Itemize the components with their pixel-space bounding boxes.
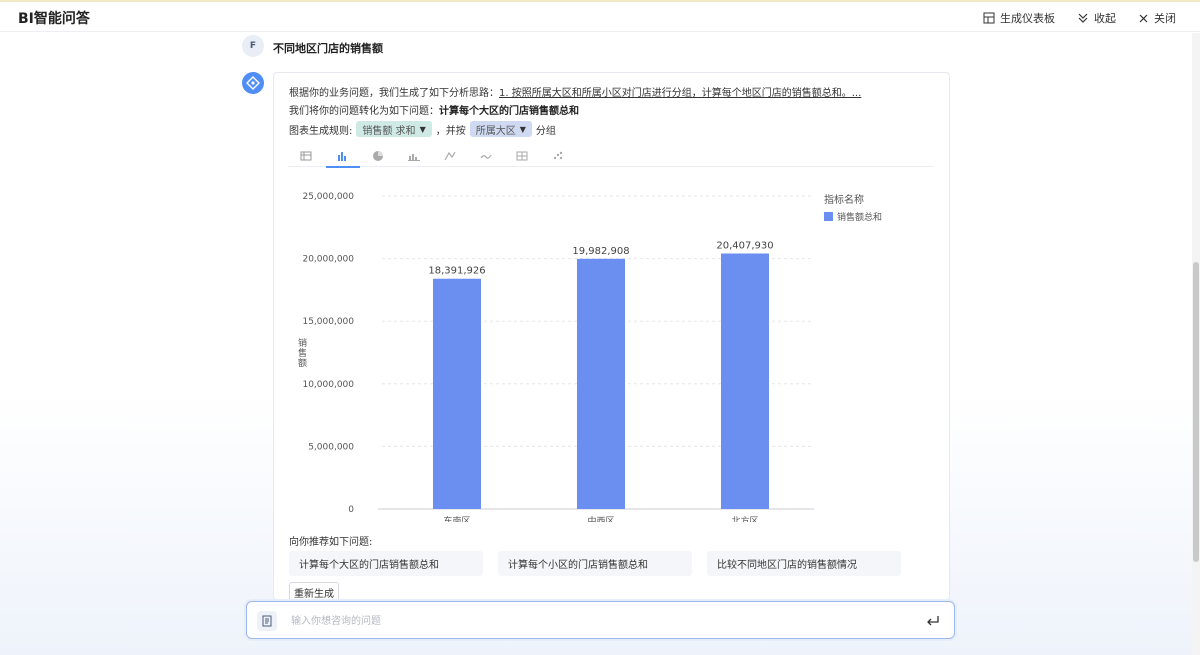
- data-label: 18,391,926: [428, 266, 485, 277]
- data-label: 19,982,908: [572, 246, 629, 257]
- dashboard-icon: [983, 12, 995, 24]
- bar-chart-svg: 0 5,000,000 10,000,000 15,000,000 20,000,000…: [298, 192, 882, 522]
- x-tick-label: 东南区: [443, 515, 470, 522]
- area-chart-icon: [480, 154, 492, 159]
- legend-title: 指标名称: [824, 193, 864, 206]
- enter-icon: [927, 616, 939, 626]
- user-question: 不同地区门店的销售额: [273, 42, 383, 55]
- caret-down-icon: ▼: [419, 124, 426, 134]
- x-tick-label: 北方区: [731, 515, 758, 522]
- converted-prefix: 我们将你的问题转化为如下问题：: [289, 106, 439, 117]
- close-button[interactable]: 关闭: [1138, 10, 1176, 26]
- tab-bar-chart[interactable]: [324, 145, 360, 168]
- dimension-chip-label: 所属大区: [475, 125, 516, 137]
- y-axis-label: 销售额: [298, 337, 307, 369]
- analysis-prefix: 根据你的业务问题，我们生成了如下分析思路：: [289, 88, 499, 99]
- y-tick-label: 25,000,000: [302, 192, 354, 202]
- caret-down-icon: ▼: [519, 124, 526, 134]
- y-tick-label: 0: [348, 505, 354, 515]
- regenerate-button[interactable]: 重新生成: [289, 582, 339, 599]
- analysis-link[interactable]: 1. 按照所属大区和所属小区对门店进行分组，计算每个地区门店的销售额总和。...: [499, 88, 861, 99]
- bot-avatar: [242, 72, 264, 94]
- chart-rule-line: 图表生成规则: 销售额 求和 ▼ ，并按 所属大区 ▼ 分组: [289, 121, 556, 137]
- form-icon[interactable]: [257, 611, 277, 631]
- rule-mid: ，并按: [435, 125, 466, 137]
- user-avatar: F: [242, 35, 264, 57]
- bar-chart: 0 5,000,000 10,000,000 15,000,000 20,000,000…: [274, 177, 949, 522]
- converted-question: 计算每个大区的门店销售额总和: [439, 106, 579, 117]
- generate-dashboard-button[interactable]: 生成仪表板: [983, 10, 1055, 26]
- answer-card: 根据你的业务问题，我们生成了如下分析思路：1. 按照所属大区和所属小区对门店进行…: [273, 72, 950, 600]
- x-tick-label: 中西区: [587, 515, 614, 522]
- tab-pie-chart[interactable]: [360, 145, 396, 167]
- tab-line-chart[interactable]: [432, 145, 468, 167]
- scrollbar-thumb[interactable]: [1193, 262, 1199, 562]
- app-header: BI智能问答 生成仪表板 收起 关闭: [0, 2, 1200, 32]
- grid-chart-icon: [516, 151, 528, 161]
- column-group-icon: [408, 154, 420, 161]
- dimension-chip[interactable]: 所属大区 ▼: [469, 121, 532, 137]
- rule-suffix: 分组: [535, 125, 556, 137]
- bar-2: [577, 258, 625, 509]
- app-title: BI智能问答: [18, 11, 90, 27]
- data-label: 20,407,930: [716, 240, 773, 251]
- line-chart-icon: [444, 151, 456, 161]
- bot-logo-icon: [246, 76, 260, 90]
- y-tick-label: 15,000,000: [302, 317, 354, 327]
- recommend-item[interactable]: 计算每个大区的门店销售额总和: [289, 551, 483, 576]
- scatter-chart-icon: [553, 151, 563, 160]
- legend-entry: 销售额总和: [837, 211, 882, 223]
- close-label: 关闭: [1154, 12, 1176, 25]
- y-tick-label: 10,000,000: [302, 380, 354, 390]
- pie-chart-icon: [373, 151, 383, 161]
- send-button[interactable]: [924, 612, 942, 630]
- chart-type-tabs: [288, 145, 934, 168]
- bar-chart-icon: [338, 152, 346, 161]
- analysis-line: 根据你的业务问题，我们生成了如下分析思路：1. 按照所属大区和所属小区对门店进行…: [289, 84, 861, 99]
- recommend-item[interactable]: 计算每个小区的门店销售额总和: [498, 551, 692, 576]
- rule-prefix: 图表生成规则:: [289, 125, 353, 137]
- recommend-label: 向你推荐如下问题:: [289, 537, 373, 548]
- document-icon: [262, 615, 272, 627]
- collapse-icon: [1078, 13, 1088, 23]
- tab-column-group[interactable]: [396, 145, 432, 167]
- header-actions: 生成仪表板 收起 关闭: [983, 10, 1176, 26]
- metric-chip-label: 销售额 求和: [362, 125, 416, 137]
- collapse-button[interactable]: 收起: [1077, 10, 1116, 26]
- generate-dashboard-label: 生成仪表板: [1000, 12, 1055, 25]
- bar-3: [721, 253, 769, 509]
- y-tick-label: 5,000,000: [308, 442, 354, 452]
- bar-1: [433, 278, 481, 509]
- recommend-item[interactable]: 比较不同地区门店的销售额情况: [707, 551, 901, 576]
- tab-area-chart[interactable]: [468, 145, 504, 167]
- tab-scatter-chart[interactable]: [540, 145, 576, 167]
- y-tick-label: 20,000,000: [302, 255, 354, 265]
- tab-grid-chart[interactable]: [504, 145, 540, 167]
- question-input[interactable]: [291, 611, 911, 631]
- legend-swatch: [824, 212, 833, 221]
- close-icon: [1139, 14, 1148, 22]
- metric-chip[interactable]: 销售额 求和 ▼: [356, 121, 432, 137]
- tab-table[interactable]: [288, 145, 324, 167]
- table-icon: [300, 151, 312, 161]
- converted-question-line: 我们将你的问题转化为如下问题：计算每个大区的门店销售额总和: [289, 102, 579, 117]
- collapse-label: 收起: [1094, 12, 1116, 25]
- question-input-bar: [246, 601, 955, 639]
